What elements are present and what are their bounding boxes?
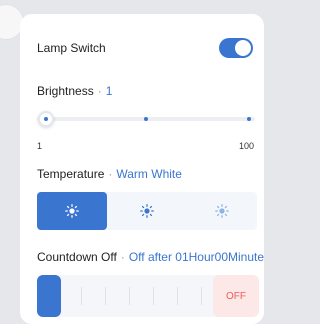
brightness-value: 1 [105, 84, 113, 98]
brightness-min-label: 1 [37, 141, 43, 151]
countdown-selector[interactable]: OFF [37, 275, 259, 317]
temperature-options [37, 192, 257, 230]
countdown-tick [153, 287, 154, 305]
lamp-switch-label: Lamp Switch [37, 41, 106, 55]
temperature-heading: Temperature · Warm White [37, 167, 182, 181]
countdown-heading: Countdown Off · Off after 01Hour00Minute [37, 250, 264, 264]
brightness-label: Brightness [37, 84, 94, 98]
countdown-level-bar[interactable] [37, 275, 61, 317]
temperature-separator: · [108, 167, 113, 181]
countdown-off-button[interactable]: OFF [213, 275, 259, 317]
countdown-tick [201, 287, 202, 305]
countdown-tick [177, 287, 178, 305]
countdown-tick [129, 287, 130, 305]
brightness-max-label: 100 [238, 141, 254, 151]
sun-icon [65, 204, 79, 218]
slider-tick-end [247, 117, 251, 121]
temperature-value: Warm White [116, 167, 182, 181]
lamp-switch-toggle[interactable] [219, 38, 253, 58]
lamp-control-card: Lamp Switch Brightness · 1 1 100 Temperatu… [20, 14, 264, 324]
lamp-switch-row: Lamp Switch [37, 36, 257, 64]
brightness-heading: Brightness · 1 [37, 84, 112, 98]
slider-thumb[interactable] [38, 111, 54, 127]
countdown-tick [81, 287, 82, 305]
countdown-separator: · [120, 250, 125, 264]
sun-icon [215, 204, 229, 218]
countdown-value: Off after 01Hour00Minute [128, 250, 265, 264]
temperature-label: Temperature [37, 167, 105, 181]
sun-icon [140, 204, 154, 218]
countdown-label: Countdown Off [37, 250, 117, 264]
slider-tick-mid [144, 117, 148, 121]
brightness-separator: · [97, 84, 102, 98]
temperature-option-warm[interactable] [37, 192, 107, 230]
toggle-knob [235, 40, 251, 56]
temperature-option-neutral[interactable] [112, 192, 182, 230]
brightness-slider[interactable] [37, 110, 255, 128]
countdown-tick [105, 287, 106, 305]
temperature-option-cool[interactable] [187, 192, 257, 230]
